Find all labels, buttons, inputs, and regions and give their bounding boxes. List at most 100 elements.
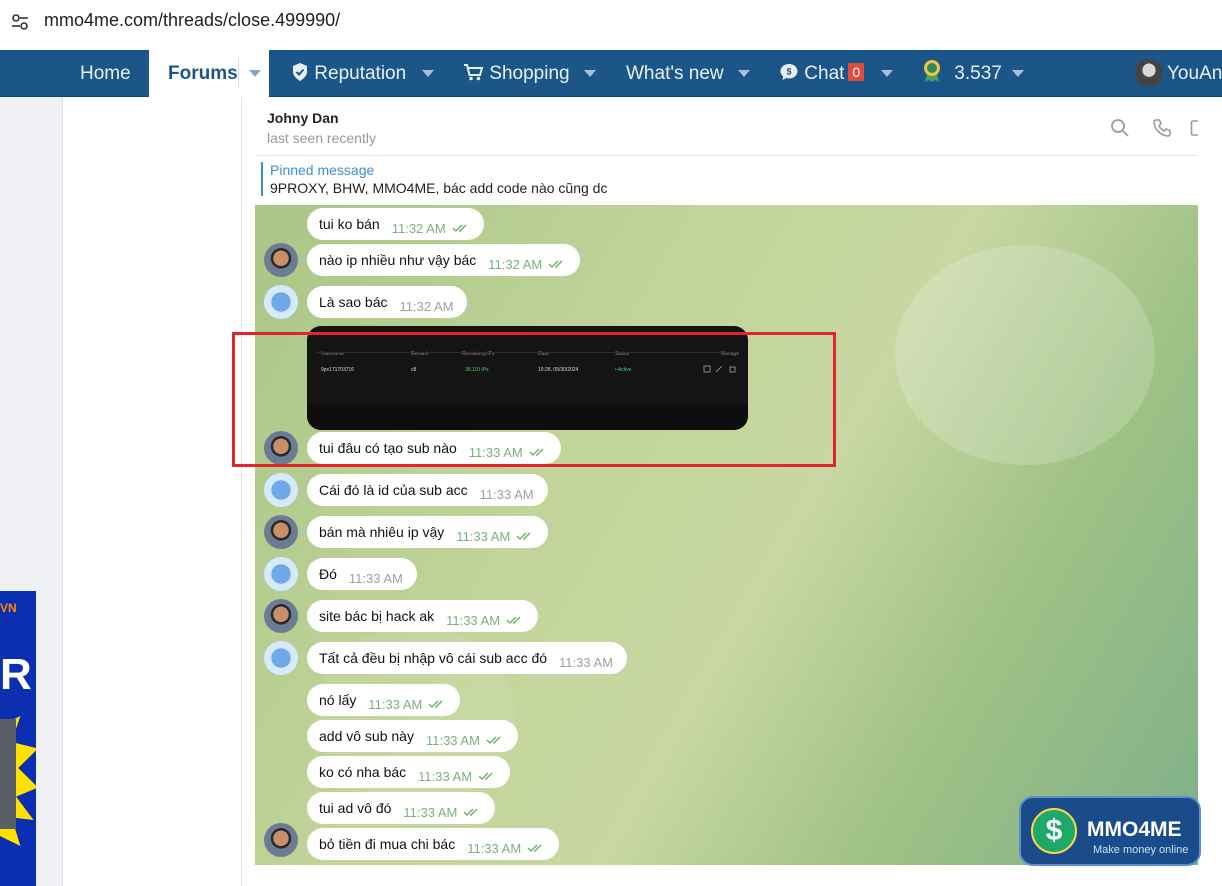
nav-whats-new[interactable]: What's new	[626, 50, 724, 97]
read-receipt-icon	[428, 700, 443, 709]
nav-shopping[interactable]: Shopping	[463, 50, 570, 97]
nav-forums[interactable]: Forums	[149, 50, 269, 97]
message-time: 11:33 AM	[348, 570, 403, 586]
read-receipt-icon	[478, 772, 493, 781]
chat-message[interactable]: add vô sub này 11:33 AM	[307, 720, 518, 752]
chevron-down-icon[interactable]	[249, 70, 261, 77]
message-text: Đó	[319, 566, 337, 582]
message-text: bỏ tiền đi mua chi bác	[319, 836, 456, 852]
bg-highlight	[895, 245, 1155, 465]
phone-icon[interactable]	[1152, 118, 1172, 138]
sender-avatar[interactable]	[264, 243, 298, 277]
browser-address-bar: mmo4me.com/threads/close.499990/	[0, 0, 1222, 50]
read-receipt-icon	[527, 844, 542, 853]
ad-tag: VN	[0, 601, 17, 615]
message-text: nó lấy	[319, 692, 357, 708]
message-text: ko có nha bác	[319, 764, 407, 780]
url-field[interactable]: mmo4me.com/threads/close.499990/	[44, 10, 340, 31]
chat-message[interactable]: tui ko bán 11:32 AM	[307, 208, 484, 240]
chat-count-badge: 0	[848, 63, 865, 81]
chat-message[interactable]: ko có nha bác 11:33 AM	[307, 756, 511, 788]
nav-reputation[interactable]: Reputation	[291, 50, 406, 97]
chat-message[interactable]: Là sao bác 11:32 AM	[307, 286, 468, 318]
chat-message[interactable]: Đó 11:33 AM	[307, 558, 417, 590]
message-time: 11:33 AM	[425, 732, 480, 748]
nav-chat-label: Chat	[804, 63, 845, 84]
chevron-down-icon[interactable]	[881, 70, 893, 77]
chat-message[interactable]: bỏ tiền đi mua chi bác 11:33 AM	[307, 828, 560, 860]
highlight-annotation-box	[232, 332, 836, 467]
chevron-down-icon[interactable]	[422, 70, 434, 77]
sender-avatar[interactable]	[264, 823, 298, 857]
contact-avatar[interactable]	[264, 557, 298, 591]
logo-brand: MMO4ME	[1087, 818, 1182, 841]
pinned-message-text: 9PROXY, BHW, MMO4ME, bác add code nào cũ…	[270, 180, 608, 196]
ad-device-graphic	[0, 719, 16, 829]
nav-chat[interactable]: $ Chat 0	[779, 50, 865, 97]
sidebar-ad-banner[interactable]: VN R	[0, 591, 36, 886]
message-time: 11:33 AM	[479, 486, 534, 502]
shield-check-icon	[293, 63, 307, 81]
message-text: Tất cả đều bị nhập vô cái sub acc đó	[319, 650, 548, 666]
chevron-down-icon[interactable]	[738, 70, 750, 77]
search-icon[interactable]	[1110, 118, 1130, 138]
message-text: site bác bị hack ak	[319, 608, 435, 624]
nav-reputation-label: Reputation	[314, 63, 407, 84]
sender-avatar[interactable]	[264, 515, 298, 549]
message-time: 11:32 AM	[488, 256, 543, 272]
read-receipt-icon	[548, 260, 563, 269]
message-time: 11:33 AM	[559, 654, 614, 670]
contact-status: last seen recently	[267, 130, 376, 146]
nav-points[interactable]: 3.537	[921, 50, 1002, 97]
medal-icon	[924, 60, 940, 82]
contact-avatar[interactable]	[264, 285, 298, 319]
nav-shopping-label: Shopping	[489, 63, 570, 84]
nav-user[interactable]: YouAn	[1167, 50, 1222, 97]
message-text: add vô sub này	[319, 728, 414, 744]
message-text: bán mà nhiêu ip vậy	[319, 524, 445, 540]
read-receipt-icon	[506, 616, 521, 625]
chat-message[interactable]: bán mà nhiêu ip vậy 11:33 AM	[307, 516, 549, 548]
ad-letter: R	[0, 650, 32, 699]
header-divider	[255, 155, 1198, 156]
message-time: 11:33 AM	[418, 768, 473, 784]
message-time: 11:32 AM	[391, 220, 446, 236]
chat-message[interactable]: nào ip nhiều như vậy bác 11:32 AM	[307, 244, 581, 276]
chat-message[interactable]: Tất cả đều bị nhập vô cái sub acc đó 11:3…	[307, 642, 628, 674]
pinned-accent	[261, 162, 263, 196]
message-text: Cái đó là id của sub acc	[319, 482, 468, 498]
contact-avatar[interactable]	[264, 473, 298, 507]
sender-avatar[interactable]	[264, 599, 298, 633]
message-time: 11:33 AM	[403, 804, 458, 820]
chevron-down-icon[interactable]	[1012, 70, 1024, 77]
site-settings-icon[interactable]	[10, 12, 30, 32]
read-receipt-icon	[486, 736, 501, 745]
read-receipt-icon	[463, 808, 478, 817]
contact-avatar[interactable]	[264, 641, 298, 675]
chevron-down-icon[interactable]	[584, 70, 596, 77]
contact-name: Johny Dan	[267, 110, 339, 126]
dollar-coin-icon: $	[1031, 808, 1077, 854]
chat-message[interactable]: Cái đó là id của sub acc 11:33 AM	[307, 474, 548, 506]
message-time: 11:33 AM	[456, 528, 511, 544]
message-time: 11:32 AM	[399, 298, 454, 314]
message-text: Là sao bác	[319, 294, 388, 310]
message-text: tui ad vô đó	[319, 800, 392, 816]
svg-text:$: $	[786, 67, 791, 77]
chat-bubble-icon: $	[780, 64, 798, 80]
chat-message[interactable]: nó lấy 11:33 AM	[307, 684, 461, 716]
cart-icon	[464, 64, 484, 81]
chat-message[interactable]: site bác bị hack ak 11:33 AM	[307, 600, 539, 632]
read-receipt-icon	[452, 224, 467, 233]
message-text: nào ip nhiều như vậy bác	[319, 252, 477, 268]
message-time: 11:33 AM	[368, 696, 423, 712]
message-text: tui ko bán	[319, 216, 380, 232]
sidebar-toggle-icon[interactable]	[1190, 118, 1198, 138]
message-time: 11:33 AM	[446, 612, 501, 628]
read-receipt-icon	[516, 532, 531, 541]
chat-message[interactable]: tui ad vô đó 11:33 AM	[307, 792, 496, 824]
pinned-message-title[interactable]: Pinned message	[270, 162, 374, 178]
message-time: 11:33 AM	[467, 840, 522, 856]
nav-home[interactable]: Home	[80, 50, 131, 97]
user-avatar[interactable]	[1135, 59, 1163, 87]
